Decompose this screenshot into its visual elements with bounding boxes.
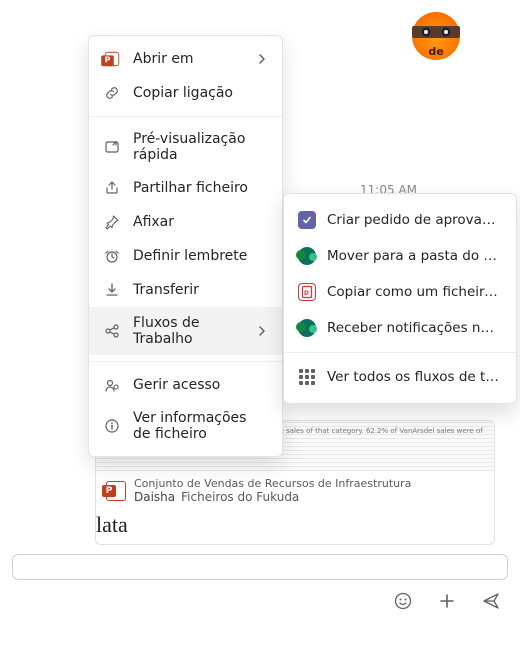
menu-item-label: Partilhar ficheiro <box>133 180 268 196</box>
file-source: Ficheiros do Fukuda <box>181 490 299 504</box>
approvals-app-icon <box>298 211 316 229</box>
menu-pin[interactable]: Afixar <box>89 205 282 239</box>
chevron-right-icon <box>256 325 268 337</box>
submenu-notifications[interactable]: Receber notificações no Teams… <box>284 310 516 346</box>
apps-grid-icon <box>298 368 316 386</box>
menu-item-label: Afixar <box>133 214 268 230</box>
menu-download[interactable]: Transferir <box>89 273 282 307</box>
share-icon <box>103 179 121 197</box>
menu-item-label: Transferir <box>133 282 268 298</box>
menu-item-label: Ver informações de ficheiro <box>133 410 268 442</box>
submenu-create-approval[interactable]: Criar pedido de aprovação <box>284 202 516 238</box>
menu-item-label: Gerir acesso <box>133 377 268 393</box>
submenu-copy-pdf[interactable]: Copiar como um ficheiro PDF <box>284 274 516 310</box>
menu-item-label: Fluxos de Trabalho <box>133 315 244 347</box>
menu-separator <box>89 116 282 117</box>
pdf-icon <box>298 283 316 301</box>
chevron-right-icon <box>256 53 268 65</box>
menu-set-reminder[interactable]: Definir lembrete <box>89 239 282 273</box>
workflows-share-icon <box>103 322 121 340</box>
menu-separator <box>284 352 516 353</box>
submenu-move-sharepoint[interactable]: Mover para a pasta do SharePoint <box>284 238 516 274</box>
submenu-see-all-workflows[interactable]: Ver todos os fluxos de trabalho <box>284 359 516 395</box>
menu-copy-link[interactable]: Copiar ligação <box>89 76 282 110</box>
menu-manage-access[interactable]: Gerir acesso <box>89 368 282 402</box>
submenu-item-label: Copiar como um ficheiro PDF <box>327 284 502 300</box>
menu-quick-preview[interactable]: Pré-visualização rápida <box>89 123 282 171</box>
menu-item-label: Definir lembrete <box>133 248 268 264</box>
menu-item-label: Abrir em <box>133 51 244 67</box>
submenu-item-label: Mover para a pasta do SharePoint <box>327 248 502 264</box>
message-composer <box>12 554 508 612</box>
workflows-submenu: Criar pedido de aprovação Mover para a p… <box>283 193 517 404</box>
download-icon <box>103 281 121 299</box>
menu-item-label: Pré-visualização rápida <box>133 131 268 163</box>
menu-item-label: Copiar ligação <box>133 85 268 101</box>
preview-icon <box>103 138 121 156</box>
pin-icon <box>103 213 121 231</box>
menu-open-in[interactable]: Abrir em <box>89 42 282 76</box>
powerpoint-icon <box>106 481 126 501</box>
send-button[interactable] <box>480 590 502 612</box>
manage-access-icon <box>103 376 121 394</box>
powerpoint-icon <box>103 50 121 68</box>
avatar-badge: de <box>425 45 446 58</box>
message-input[interactable] <box>12 554 508 580</box>
emoji-button[interactable] <box>392 590 414 612</box>
clock-icon <box>103 247 121 265</box>
menu-file-info[interactable]: Ver informações de ficheiro <box>89 402 282 450</box>
file-title: Conjunto de Vendas de Recursos de Infrae… <box>134 477 411 490</box>
avatar[interactable]: de <box>412 12 460 60</box>
link-icon <box>103 84 121 102</box>
decorative-word: lata <box>96 512 494 544</box>
menu-separator <box>89 361 282 362</box>
file-context-menu: Abrir em Copiar ligação Pré-visualização… <box>88 35 283 457</box>
submenu-item-label: Ver todos os fluxos de trabalho <box>327 369 502 385</box>
submenu-item-label: Receber notificações no Teams… <box>327 320 502 336</box>
sharepoint-icon <box>298 319 316 337</box>
add-button[interactable] <box>436 590 458 612</box>
submenu-item-label: Criar pedido de aprovação <box>327 212 502 228</box>
file-owner: Daisha <box>134 490 175 504</box>
sharepoint-icon <box>298 247 316 265</box>
menu-workflows[interactable]: Fluxos de Trabalho <box>89 307 282 355</box>
menu-share-file[interactable]: Partilhar ficheiro <box>89 171 282 205</box>
info-icon <box>103 417 121 435</box>
